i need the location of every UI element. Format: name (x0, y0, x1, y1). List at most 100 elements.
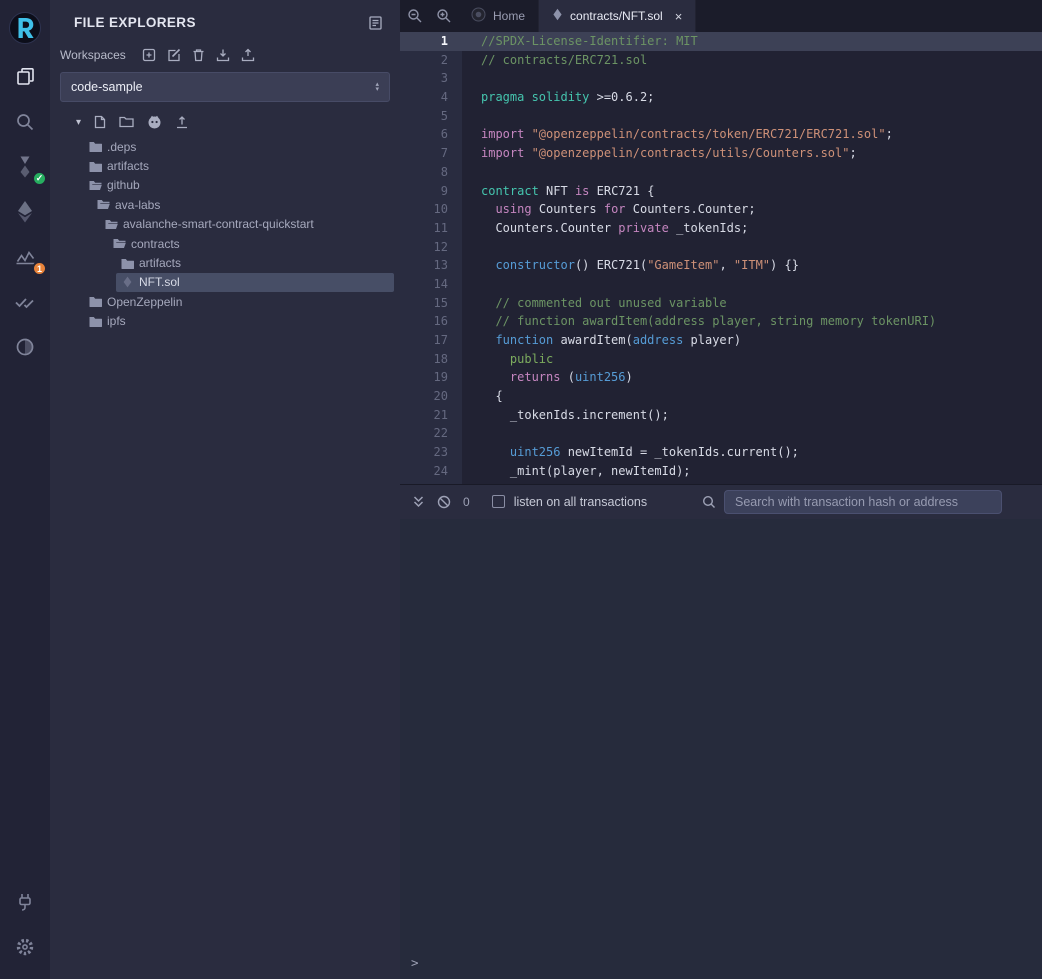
collapse-tree-icon[interactable]: ▾ (76, 117, 81, 128)
line-text: // function awardItem(address player, st… (462, 312, 936, 331)
tree-item-label: .deps (107, 140, 136, 154)
code-line-21[interactable]: 21 _tokenIds.increment(); (400, 406, 1042, 425)
line-number: 15 (400, 294, 462, 313)
remix-logo[interactable] (0, 6, 50, 54)
code-line-22[interactable]: 22 (400, 424, 1042, 443)
folder-open-icon (88, 180, 102, 191)
terminal-output[interactable]: > (400, 519, 1042, 979)
sidebar-item-solidity-compiler[interactable]: ✓ (0, 144, 50, 189)
tree-item-openzeppelin[interactable]: OpenZeppelin (50, 292, 400, 311)
code-line-16[interactable]: 16 // function awardItem(address player,… (400, 312, 1042, 331)
workspaces-row: Workspaces (50, 38, 400, 66)
code-line-17[interactable]: 17 function awardItem(address player) (400, 331, 1042, 350)
delete-workspace-icon[interactable] (192, 48, 205, 62)
code-line-7[interactable]: 7import "@openzeppelin/contracts/utils/C… (400, 144, 1042, 163)
sidebar-item-settings[interactable] (0, 924, 50, 969)
toggle-terminal-icon[interactable] (412, 495, 425, 508)
sidebar-item-file-explorer[interactable] (0, 54, 50, 99)
sidebar-item-deploy-run[interactable] (0, 189, 50, 234)
tree-item-.deps[interactable]: .deps (50, 137, 400, 156)
new-file-icon[interactable] (94, 115, 106, 129)
folder-icon (88, 141, 102, 152)
line-number: 19 (400, 368, 462, 387)
tree-item-artifacts[interactable]: artifacts (50, 156, 400, 175)
ethereum-icon (16, 200, 34, 223)
tree-item-ipfs[interactable]: ipfs (50, 312, 400, 331)
code-line-5[interactable]: 5 (400, 107, 1042, 126)
sidebar-item-unit-testing[interactable] (0, 279, 50, 324)
line-text: _mint(player, newItemId); (462, 462, 691, 481)
close-tab-icon[interactable]: × (675, 9, 683, 24)
code-line-11[interactable]: 11 Counters.Counter private _tokenIds; (400, 219, 1042, 238)
sidebar-item-plugin-manager[interactable] (0, 879, 50, 924)
line-number: 1 (400, 32, 462, 51)
activity-bar: ✓ 1 (0, 0, 50, 979)
analyzer-chart-icon (15, 248, 36, 266)
code-line-18[interactable]: 18 public (400, 350, 1042, 369)
new-folder-icon[interactable] (119, 116, 134, 128)
line-number: 17 (400, 331, 462, 350)
code-line-8[interactable]: 8 (400, 163, 1042, 182)
create-workspace-icon[interactable] (142, 48, 156, 62)
folder-icon (88, 161, 102, 172)
rename-workspace-icon[interactable] (167, 48, 181, 62)
code-line-6[interactable]: 6import "@openzeppelin/contracts/token/E… (400, 125, 1042, 144)
compile-success-badge: ✓ (32, 171, 47, 186)
tree-item-avalanche-smart-contract-quickstart[interactable]: avalanche-smart-contract-quickstart (50, 215, 400, 234)
line-text: contract NFT is ERC721 { (462, 182, 654, 201)
code-line-20[interactable]: 20 { (400, 387, 1042, 406)
tree-item-github[interactable]: github (50, 176, 400, 195)
workspace-select[interactable]: code-sample ▴▾ (60, 72, 390, 102)
line-text (462, 275, 481, 294)
sidebar-item-search[interactable] (0, 99, 50, 144)
tree-item-label: NFT.sol (139, 275, 180, 289)
restore-workspaces-icon[interactable] (241, 48, 255, 62)
upload-file-icon[interactable] (175, 115, 189, 129)
gear-icon (15, 937, 35, 957)
sidebar-item-plugin-circle[interactable] (0, 324, 50, 369)
line-number: 21 (400, 406, 462, 425)
line-number: 14 (400, 275, 462, 294)
tree-item-contracts[interactable]: contracts (50, 234, 400, 253)
code-line-10[interactable]: 10 using Counters for Counters.Counter; (400, 200, 1042, 219)
zoom-in-icon[interactable] (429, 0, 458, 32)
tree-item-label: ipfs (107, 314, 126, 328)
panel-info-icon[interactable] (369, 16, 382, 30)
line-text (462, 238, 481, 257)
code-line-15[interactable]: 15 // commented out unused variable (400, 294, 1042, 313)
listen-transactions-checkbox[interactable] (492, 495, 505, 508)
code-line-4[interactable]: 4pragma solidity >=0.6.2; (400, 88, 1042, 107)
tree-item-nft.sol[interactable]: NFT.sol (50, 273, 400, 292)
code-line-23[interactable]: 23 uint256 newItemId = _tokenIds.current… (400, 443, 1042, 462)
tree-item-artifacts[interactable]: artifacts (50, 253, 400, 272)
terminal-toolbar: 0 listen on all transactions (400, 484, 1042, 519)
code-line-2[interactable]: 2// contracts/ERC721.sol (400, 51, 1042, 70)
line-text: using Counters for Counters.Counter; (462, 200, 756, 219)
zoom-out-icon[interactable] (400, 0, 429, 32)
sidebar-item-solidity-analyzer[interactable]: 1 (0, 234, 50, 279)
code-line-19[interactable]: 19 returns (uint256) (400, 368, 1042, 387)
code-editor[interactable]: 1//SPDX-License-Identifier: MIT2// contr… (400, 32, 1042, 484)
tab-home-label: Home (493, 9, 525, 23)
line-text (462, 163, 481, 182)
code-line-12[interactable]: 12 (400, 238, 1042, 257)
tab-nft-label: contracts/NFT.sol (570, 9, 663, 23)
workspaces-label: Workspaces (60, 48, 126, 62)
transaction-count: 0 (463, 495, 470, 509)
tree-item-label: github (107, 178, 140, 192)
tab-home[interactable]: Home (458, 0, 539, 32)
code-line-24[interactable]: 24 _mint(player, newItemId); (400, 462, 1042, 481)
download-workspaces-icon[interactable] (216, 48, 230, 62)
terminal-prompt: > (411, 955, 1042, 970)
github-icon[interactable] (147, 115, 162, 129)
code-line-14[interactable]: 14 (400, 275, 1042, 294)
tab-contracts-nft-sol[interactable]: contracts/NFT.sol × (539, 0, 696, 32)
code-line-9[interactable]: 9contract NFT is ERC721 { (400, 182, 1042, 201)
clear-transactions-icon[interactable] (437, 495, 451, 509)
terminal-search-input[interactable] (724, 490, 1002, 514)
tree-item-ava-labs[interactable]: ava-labs (50, 195, 400, 214)
code-line-13[interactable]: 13 constructor() ERC721("GameItem", "ITM… (400, 256, 1042, 275)
line-number: 2 (400, 51, 462, 70)
code-line-1[interactable]: 1//SPDX-License-Identifier: MIT (400, 32, 1042, 51)
code-line-3[interactable]: 3 (400, 69, 1042, 88)
